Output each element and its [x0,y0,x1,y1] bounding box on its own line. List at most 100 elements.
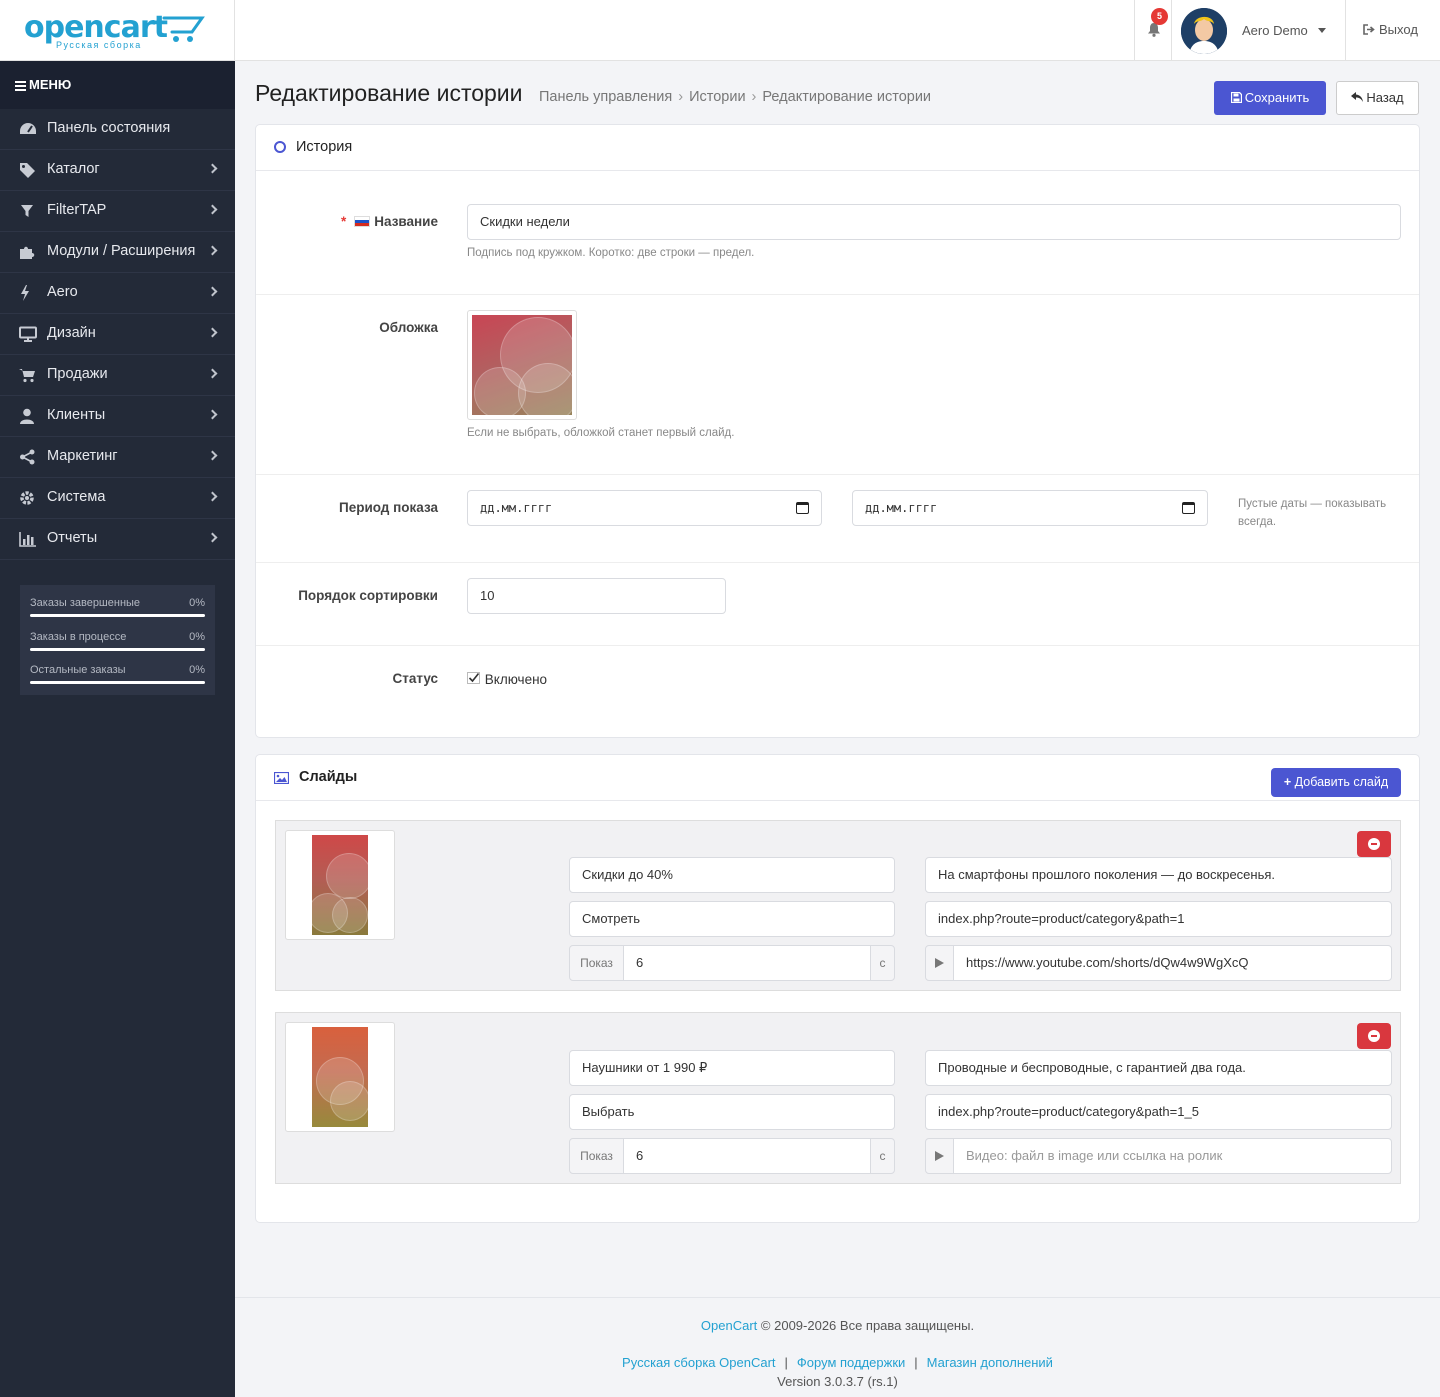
sidebar-item-label: Продажи [47,366,108,382]
checkmark-icon [467,672,480,684]
play-icon [935,958,944,968]
cover-image[interactable] [467,310,577,420]
stat-label: Заказы завершенные [30,597,141,609]
order-stats: Заказы завершенные 0% Заказы в процессе … [20,585,215,695]
cover-label: Обложка [379,320,438,335]
footer-links: Русская сборка OpenCart | Форум поддержки |… [622,1355,1053,1370]
breadcrumb-link[interactable]: Истории [689,89,745,105]
stat-other: Остальные заказы 0% [30,662,205,696]
duration-prefix: Показ [569,1138,624,1174]
status-label: Статус [392,671,439,686]
sort-order-input[interactable]: 10 [467,578,726,614]
logout-button[interactable]: Выход [1345,0,1440,60]
sidebar-item-label: Дизайн [47,325,96,341]
period-help: Пустые даты — показывать всегда. [1238,498,1387,528]
sidebar-item-aero[interactable]: Aero [0,273,235,314]
duration-suffix: с [870,945,895,981]
cart-icon [19,369,35,383]
slide-image[interactable] [285,1022,395,1132]
story-panel: История * Название Скидки недели Подпись … [255,124,1420,738]
slide-title-input[interactable]: Скидки до 40% [569,857,895,893]
notification-count-badge: 5 [1151,8,1168,25]
slide-title-input[interactable]: Наушники от 1 990 ₽ [569,1050,895,1086]
panel-title: История [296,139,353,155]
save-label: Сохранить [1244,90,1310,105]
sidebar-item-label: Модули / Расширения [47,243,196,259]
user-menu[interactable]: Aero Demo [1181,8,1345,54]
sidebar-item-dashboard[interactable]: Панель состояния [0,109,235,150]
sidebar-item-filtertap[interactable]: FilterTAP [0,191,235,232]
footer-link-russian-build[interactable]: Русская сборка OpenCart [622,1355,775,1370]
footer-link-addon-store[interactable]: Магазин дополнений [927,1355,1053,1370]
footer-version: Version 3.0.3.7 (rs.1) [777,1374,898,1389]
slide-description-input[interactable]: Проводные и беспроводные, с гарантией дв… [925,1050,1392,1086]
duration-prefix: Показ [569,945,624,981]
slide-link-input[interactable]: index.php?route=product/category&path=1_… [925,1094,1392,1130]
footer-link-support-forum[interactable]: Форум поддержки [797,1355,905,1370]
breadcrumb-link[interactable]: Панель управления [539,89,672,105]
sidebar-item-label: Каталог [47,161,100,177]
notifications-button[interactable] [1134,0,1172,60]
calendar-icon[interactable] [796,502,809,514]
sidebar-item-label: Клиенты [47,407,106,423]
slide-video-input[interactable]: Видео: файл в image или ссылка на ролик [953,1138,1392,1174]
slide-button-text-input[interactable]: Выбрать [569,1094,895,1130]
logout-label: Выход [1379,22,1418,37]
menu-toggle[interactable]: МЕНЮ [0,61,235,109]
chevron-right-icon [207,409,218,420]
opencart-link[interactable]: OpenCart [701,1318,757,1333]
sidebar-item-reports[interactable]: Отчеты [0,519,235,560]
slide-description-input[interactable]: На смартфоны прошлого поколения — до вос… [925,857,1392,893]
puzzle-icon [20,246,35,259]
progress-bar [30,614,205,617]
sidebar-item-marketing[interactable]: Маркетинг [0,437,235,478]
date-to-value: дд.мм.гггг [865,501,938,515]
back-label: Назад [1366,90,1404,105]
save-button[interactable]: Сохранить [1214,81,1326,115]
calendar-icon[interactable] [1182,502,1195,514]
remove-slide-button[interactable] [1357,831,1391,857]
sidebar-item-sales[interactable]: Продажи [0,355,235,396]
remove-slide-button[interactable] [1357,1023,1391,1049]
user-name: Aero Demo [1242,23,1308,38]
sign-out-icon [1363,24,1375,35]
breadcrumb-current[interactable]: Редактирование истории [762,89,931,105]
monitor-icon [19,326,37,342]
name-input[interactable]: Скидки недели [467,204,1401,240]
cover-help: Если не выбрать, обложкой станет первый … [467,427,735,439]
video-play-addon [925,945,954,981]
circle-icon [274,141,286,153]
footer-copyright: OpenCart © 2009-2026 Все права защищены. [235,1318,1440,1333]
menu-title: МЕНЮ [29,77,72,92]
page-title: Редактирование истории [255,80,523,106]
back-button[interactable]: Назад [1336,81,1419,115]
russian-flag-icon [354,216,371,227]
sidebar-item-design[interactable]: Дизайн [0,314,235,355]
chevron-right-icon [207,204,218,215]
status-checkbox[interactable]: Включено [467,672,547,687]
slide-button-text-input[interactable]: Смотреть [569,901,895,937]
chevron-right-icon [207,532,218,543]
slide-image[interactable] [285,830,395,940]
date-from-input[interactable]: дд.мм.гггг [467,490,822,526]
slide-video-input[interactable]: https://www.youtube.com/shorts/dQw4w9WgX… [953,945,1392,981]
date-to-input[interactable]: дд.мм.гггг [852,490,1208,526]
logo[interactable]: opencart Русская сборка [0,0,235,60]
slide-item: Наушники от 1 990 ₽ Проводные и беспрово… [275,1012,1401,1184]
duration-input[interactable]: 6 [623,1138,871,1174]
stat-completed: Заказы завершенные 0% [30,595,205,629]
status-row: Статус Включено [256,646,1419,738]
add-slide-button[interactable]: + Добавить слайд [1271,768,1401,797]
panel-heading: Слайды + Добавить слайд [256,755,1419,801]
sidebar-item-modules[interactable]: Модули / Расширения [0,232,235,273]
duration-input[interactable]: 6 [623,945,871,981]
sidebar-item-customers[interactable]: Клиенты [0,396,235,437]
slide-link-input[interactable]: index.php?route=product/category&path=1 [925,901,1392,937]
slides-panel: Слайды + Добавить слайд Скидки до 40% На… [255,754,1420,1223]
sidebar-item-system[interactable]: Система [0,478,235,519]
chevron-right-icon [207,163,218,174]
sidebar-item-catalog[interactable]: Каталог [0,150,235,191]
play-icon [935,1151,944,1161]
progress-bar [30,681,205,684]
copyright-text: © 2009-2026 Все права защищены. [760,1318,975,1333]
